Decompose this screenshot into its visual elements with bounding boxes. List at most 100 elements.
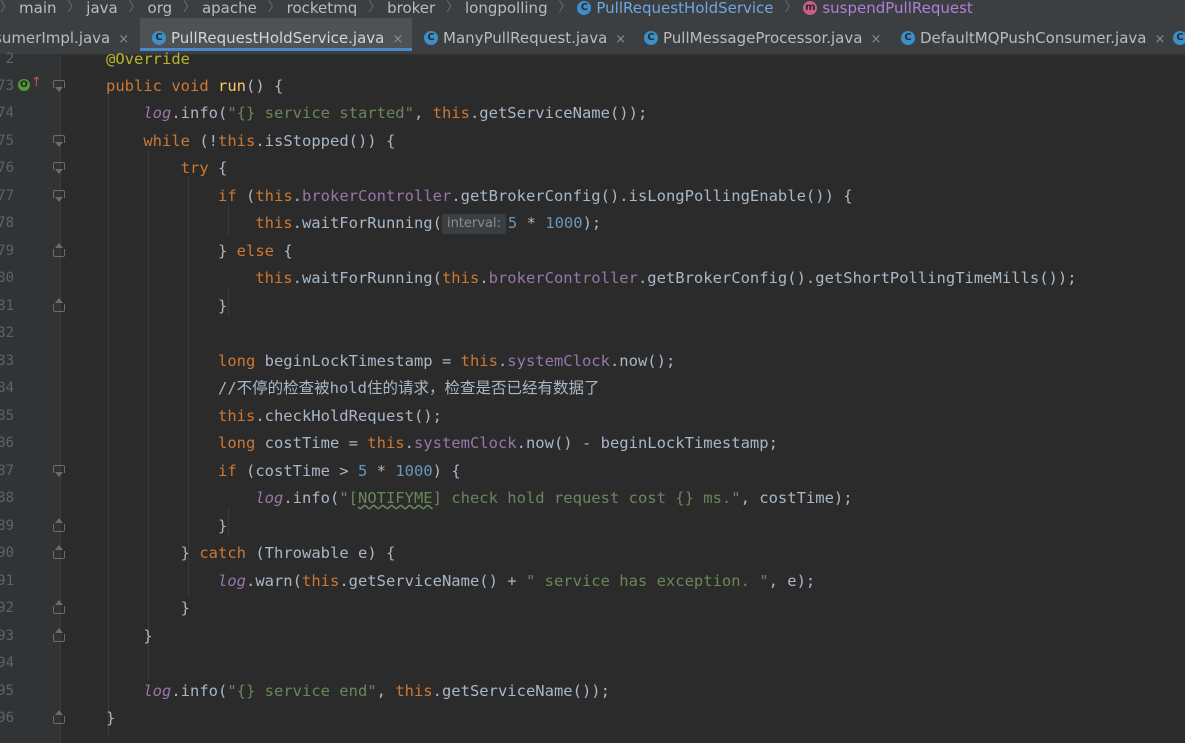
- code-text: log.info("[NOTIFYME] check hold request …: [255, 489, 853, 507]
- line-number: 85: [0, 408, 14, 424]
- code-line: 95 log.info("{} service end", this.getSe…: [0, 678, 1185, 705]
- code-editor[interactable]: 2 @Override 73 O ↑ public void run() { 7…: [0, 50, 1185, 743]
- code-text: }: [106, 627, 153, 645]
- breadcrumb-item-rocketmq[interactable]: rocketmq: [287, 0, 358, 16]
- line-number: 84: [0, 380, 14, 396]
- breadcrumb-item-longpolling[interactable]: longpolling: [465, 0, 548, 16]
- code-line: 73 O ↑ public void run() {: [0, 73, 1185, 100]
- breadcrumb-item-org[interactable]: org: [148, 0, 173, 16]
- breadcrumb-method-label: suspendPullRequest: [822, 0, 973, 17]
- line-number: 74: [0, 105, 14, 121]
- code-text: //不停的检查被hold住的请求，检查是否已经有数据了: [106, 375, 600, 402]
- tab-label: PullMessageProcessor.java: [663, 29, 863, 47]
- line-number: 92: [0, 600, 14, 616]
- code-line: 84 //不停的检查被hold住的请求，检查是否已经有数据了: [0, 375, 1185, 402]
- inlay-hint: interval:: [441, 214, 506, 234]
- line-number: 80: [0, 270, 14, 286]
- code-line: 79 } else {: [0, 238, 1185, 265]
- fold-icon[interactable]: [53, 135, 65, 147]
- line-number: 96: [0, 710, 14, 726]
- code-text: log.info("{} service started", this.getS…: [143, 104, 648, 122]
- line-number: 94: [0, 655, 14, 671]
- breadcrumb: 〉 main 〉 java 〉 org 〉 apache 〉 rocketmq 〉 brok…: [0, 0, 1185, 18]
- code-text: this.checkHoldRequest();: [217, 407, 442, 425]
- breadcrumb-item-broker[interactable]: broker: [387, 0, 435, 16]
- fold-icon[interactable]: [53, 298, 65, 312]
- code-text: @Override: [106, 50, 190, 68]
- tab-label: PullRequestHoldService.java: [171, 29, 385, 47]
- code-text: log.warn(this.getServiceName() + " servi…: [217, 572, 816, 590]
- chevron-right-icon: 〉: [0, 0, 14, 15]
- line-number: 89: [0, 518, 14, 534]
- close-icon[interactable]: ×: [870, 32, 881, 47]
- code-line: 76 try {: [0, 155, 1185, 182]
- code-line: 83 long beginLockTimestamp = this.system…: [0, 348, 1185, 375]
- line-number: 2: [5, 51, 14, 67]
- code-text: this.waitForRunning(interval: 5 * 1000);: [255, 214, 602, 234]
- chevron-right-icon: 〉: [182, 0, 196, 15]
- class-icon: C: [1173, 31, 1185, 45]
- code-text: log.info("{} service end", this.getServi…: [143, 682, 610, 700]
- close-icon[interactable]: ×: [1154, 32, 1165, 47]
- line-number: 87: [0, 463, 14, 479]
- code-line: 2 @Override: [0, 46, 1185, 73]
- chevron-right-icon: 〉: [67, 0, 81, 15]
- fold-icon[interactable]: [53, 710, 65, 724]
- breadcrumb-item-method[interactable]: m suspendPullRequest: [803, 0, 973, 17]
- fold-icon[interactable]: [53, 545, 65, 559]
- code-text: if (costTime > 5 * 1000) {: [217, 462, 461, 480]
- code-line: 93 }: [0, 623, 1185, 650]
- tab-label: sumerImpl.java: [0, 29, 111, 47]
- fold-icon[interactable]: [53, 518, 65, 532]
- line-number: 81: [0, 298, 14, 314]
- line-number: 93: [0, 628, 14, 644]
- code-line: 92 }: [0, 595, 1185, 622]
- breadcrumb-item-class[interactable]: C PullRequestHoldService: [577, 0, 774, 17]
- line-number: 76: [0, 160, 14, 176]
- chevron-right-icon: 〉: [445, 0, 459, 15]
- code-text: } else {: [106, 242, 293, 260]
- fold-icon[interactable]: [53, 465, 65, 477]
- class-icon: C: [152, 31, 166, 45]
- code-line: 90 } catch (Throwable e) {: [0, 540, 1185, 567]
- close-icon[interactable]: ×: [392, 32, 403, 47]
- fold-icon[interactable]: [53, 162, 65, 174]
- code-text: long beginLockTimestamp = this.systemClo…: [217, 352, 676, 370]
- chevron-right-icon: 〉: [128, 0, 142, 15]
- code-line: 80 this.waitForRunning(this.brokerContro…: [0, 265, 1185, 292]
- breadcrumb-item-java[interactable]: java: [86, 0, 117, 16]
- breadcrumb-class-label: PullRequestHoldService: [596, 0, 774, 17]
- class-icon: C: [577, 1, 592, 15]
- tab-label: ManyPullRequest.java: [443, 29, 608, 47]
- line-number: 91: [0, 573, 14, 589]
- chevron-right-icon: 〉: [784, 0, 798, 15]
- code-comment: //不停的检查被hold住的请求，检查是否已经有数据了: [217, 379, 600, 397]
- chevron-right-icon: 〉: [558, 0, 572, 15]
- code-line: 82: [0, 320, 1185, 347]
- code-text: }: [106, 599, 190, 617]
- fold-icon[interactable]: [53, 600, 65, 614]
- code-line: 77 if (this.brokerController.getBrokerCo…: [0, 183, 1185, 210]
- line-number: 78: [0, 215, 14, 231]
- code-line: 91 log.warn(this.getServiceName() + " se…: [0, 568, 1185, 595]
- close-icon[interactable]: ×: [615, 32, 626, 47]
- code-line: 88 log.info("[NOTIFYME] check hold reque…: [0, 485, 1185, 512]
- class-icon: C: [424, 31, 438, 45]
- line-number: 82: [0, 325, 14, 341]
- code-line: 81 }: [0, 293, 1185, 320]
- close-icon[interactable]: ×: [118, 32, 129, 47]
- breadcrumb-item-apache[interactable]: apache: [202, 0, 257, 16]
- fold-icon[interactable]: [53, 190, 65, 202]
- line-number: 95: [0, 683, 14, 699]
- fold-icon[interactable]: [53, 628, 65, 642]
- code-text: this.waitForRunning(this.brokerControlle…: [255, 269, 1077, 287]
- code-text: while (!this.isStopped()) {: [143, 132, 396, 150]
- breadcrumb-item-main[interactable]: main: [19, 0, 56, 16]
- line-number: 79: [0, 243, 14, 259]
- chevron-right-icon: 〉: [368, 0, 382, 15]
- fold-icon[interactable]: [53, 80, 65, 92]
- tab-label: DefaultMQPushConsumer.java: [920, 29, 1147, 47]
- fold-icon[interactable]: [53, 243, 65, 257]
- override-icon[interactable]: O: [18, 79, 30, 91]
- line-number: 73: [0, 78, 14, 94]
